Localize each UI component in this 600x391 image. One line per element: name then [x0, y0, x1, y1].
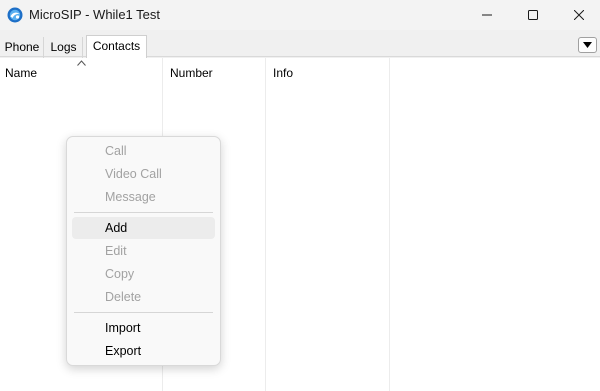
tab-phone[interactable]: Phone [1, 37, 44, 58]
menu-item-import[interactable]: Import [72, 317, 215, 339]
column-divider[interactable] [389, 58, 390, 391]
menu-item-export[interactable]: Export [72, 340, 215, 362]
column-divider[interactable] [265, 58, 266, 391]
minimize-button[interactable] [464, 0, 510, 30]
tab-contacts[interactable]: Contacts [86, 35, 147, 58]
column-header-number[interactable]: Number [170, 66, 213, 80]
menu-separator [74, 212, 213, 213]
tab-logs[interactable]: Logs [45, 37, 83, 58]
close-button[interactable] [556, 0, 600, 30]
menu-item-message[interactable]: Message [72, 186, 215, 208]
column-header-info[interactable]: Info [273, 66, 293, 80]
context-menu: Call Video Call Message Add Edit Copy De… [66, 136, 221, 366]
minimize-icon [482, 14, 492, 16]
maximize-button[interactable] [510, 0, 556, 30]
menu-item-edit[interactable]: Edit [72, 240, 215, 262]
menu-separator [74, 312, 213, 313]
dropdown-arrow-icon [583, 42, 592, 48]
title-bar[interactable]: MicroSIP - While1 Test [0, 0, 600, 30]
sort-up-icon[interactable] [77, 60, 86, 66]
menu-item-copy[interactable]: Copy [72, 263, 215, 285]
close-icon [574, 10, 584, 20]
maximize-icon [528, 10, 538, 20]
menu-item-add[interactable]: Add [72, 217, 215, 239]
menu-item-video-call[interactable]: Video Call [72, 163, 215, 185]
microsip-globe-icon [7, 7, 23, 23]
column-header-name[interactable]: Name [5, 66, 37, 80]
menu-item-call[interactable]: Call [72, 140, 215, 162]
menu-item-delete[interactable]: Delete [72, 286, 215, 308]
tab-menu-button[interactable] [578, 37, 597, 53]
window-title: MicroSIP - While1 Test [29, 7, 161, 22]
